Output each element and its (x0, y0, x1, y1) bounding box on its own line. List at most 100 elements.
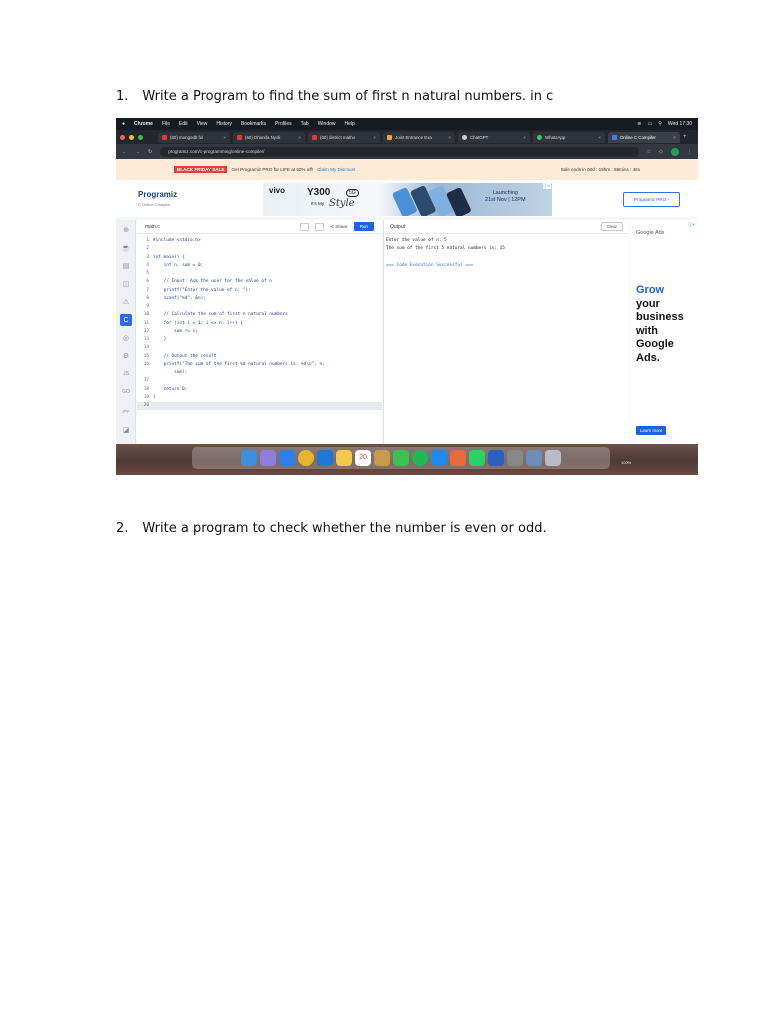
theme-toggle-icon[interactable] (315, 222, 325, 231)
js-icon[interactable]: ⚠ (120, 296, 132, 308)
rust-icon[interactable]: ⚙ (120, 350, 132, 362)
close-tab-icon[interactable]: × (523, 135, 526, 140)
java-icon[interactable]: ☕ (120, 242, 132, 254)
close-tab-icon[interactable]: × (448, 135, 451, 140)
messages-icon[interactable] (393, 450, 409, 466)
tab-online-c-compiler[interactable]: Online C Compiler × (608, 131, 680, 143)
bookmark-star-icon[interactable]: ☆ (647, 149, 651, 155)
programiz-logo[interactable]: Programiz (138, 190, 177, 199)
menu-tab[interactable]: Tab (301, 121, 309, 127)
run-button[interactable]: Run (353, 222, 374, 231)
code-line[interactable]: 19} (137, 394, 382, 402)
output-console[interactable]: Enter the value of n: 5 The sum of the fi… (384, 234, 629, 273)
wifi-icon[interactable]: ≋ (637, 121, 641, 127)
new-tab-icon[interactable]: + (683, 134, 687, 140)
claim-discount-link[interactable]: Claim My Discount (317, 167, 355, 172)
php-icon[interactable]: php (120, 404, 132, 416)
code-line[interactable]: sum); (137, 369, 382, 377)
code-line[interactable]: 3 int main() { (137, 254, 382, 262)
clear-button[interactable]: Clear (600, 222, 623, 231)
menu-history[interactable]: History (216, 121, 232, 127)
tab-district[interactable]: (60) district matho × (308, 131, 380, 143)
notes-icon[interactable] (374, 450, 390, 466)
word-icon[interactable] (488, 450, 504, 466)
battery-icon[interactable]: ▭ (648, 121, 653, 127)
vivo-ad-banner[interactable]: vivo Y300 5G It's My Style Launching 21s… (263, 183, 552, 216)
code-area[interactable]: 1 #include <stdio.h> 2 3 int main() {4 int n… (137, 234, 382, 411)
menubar-clock[interactable]: Wed 17:30 (668, 121, 692, 127)
close-tab-icon[interactable]: × (373, 135, 376, 140)
menu-help[interactable]: Help (345, 121, 355, 127)
menu-file[interactable]: File (162, 121, 170, 127)
tab-jee[interactable]: Joint Entrance Exa × (383, 131, 455, 143)
tab-dhanda[interactable]: (60) Dhanda Nyoli × (233, 131, 305, 143)
forward-icon[interactable]: → (135, 149, 140, 155)
code-line[interactable]: 1 #include <stdio.h> (137, 237, 382, 245)
html-icon[interactable]: ◫ (120, 278, 132, 290)
code-line[interactable]: 5 (137, 270, 382, 278)
editor-filename[interactable]: main.c (145, 224, 160, 230)
cpp-icon[interactable]: ⊕ (120, 224, 132, 236)
code-line[interactable]: 7 printf("Enter the value of n: "); (137, 287, 382, 295)
whatsapp-dock-icon[interactable] (469, 450, 485, 466)
code-line[interactable]: 18 return 0; (137, 386, 382, 394)
preview-icon[interactable] (526, 450, 542, 466)
menu-edit[interactable]: Edit (179, 121, 188, 127)
app-store-icon[interactable] (431, 450, 447, 466)
spotify-icon[interactable] (412, 450, 428, 466)
finder-icon[interactable] (241, 450, 257, 466)
code-line[interactable]: 14 (137, 344, 382, 352)
code-line[interactable]: 12 sum += i; (137, 328, 382, 336)
fullscreen-icon[interactable] (300, 222, 310, 231)
close-tab-icon[interactable]: × (598, 135, 601, 140)
ad-choices-icon[interactable]: ⓘ× (542, 183, 551, 189)
share-button[interactable]: ⋖ Share (330, 224, 347, 230)
tab-mongodb[interactable]: (60) mongodb ful × (158, 131, 230, 143)
tab-chatgpt[interactable]: ChatGPT × (458, 131, 530, 143)
minimize-window-icon[interactable] (129, 134, 134, 140)
swift-icon[interactable]: GO (120, 386, 132, 398)
extensions-icon[interactable]: ◇ (659, 149, 663, 155)
more-menu-icon[interactable]: ⋮ (687, 149, 692, 155)
programiz-pro-button[interactable]: Programiz PRO › (623, 192, 680, 207)
profile-avatar[interactable] (671, 147, 679, 156)
tab-whatsapp[interactable]: WhatsApp × (533, 131, 605, 143)
go-icon[interactable]: ◎ (120, 332, 132, 344)
menu-chrome[interactable]: Chrome (134, 121, 153, 127)
calendar-icon[interactable]: 20 (355, 450, 371, 466)
back-icon[interactable]: ← (122, 149, 127, 155)
code-line[interactable]: 16 printf("The sum of the first %d natur… (137, 361, 382, 369)
code-line[interactable]: 10 // Calculate the sum of first n natur… (137, 311, 382, 319)
code-line[interactable]: 6 // Input: Ask the user for the value o… (137, 278, 382, 286)
kotlin-icon[interactable]: JS (120, 368, 132, 380)
chrome-icon[interactable] (298, 450, 314, 466)
code-line[interactable]: 9 (137, 303, 382, 311)
code-line[interactable]: 17 (137, 377, 382, 385)
code-line[interactable]: 20 (137, 402, 382, 411)
close-tab-icon[interactable]: × (223, 135, 226, 140)
ad-close-icon[interactable]: ⓘ× (688, 222, 695, 228)
misc-icon[interactable]: ◪ (120, 424, 132, 436)
code-line[interactable]: 4 int n, sum = 0; (137, 262, 382, 270)
swift-playgrounds-icon[interactable] (450, 450, 466, 466)
menu-profiles[interactable]: Profiles (275, 121, 292, 127)
code-line[interactable]: 8 scanf("%d", &n); (137, 295, 382, 303)
system-settings-icon[interactable] (507, 450, 523, 466)
launchpad-icon[interactable] (260, 450, 276, 466)
address-bar[interactable]: programiz.com/c-programming/online-compi… (160, 146, 639, 157)
reload-icon[interactable]: ↻ (148, 149, 152, 155)
trash-icon[interactable] (545, 450, 561, 466)
code-line[interactable]: 15 // Output the result (137, 353, 382, 361)
zoom-window-icon[interactable] (138, 134, 143, 140)
safari-icon[interactable] (279, 450, 295, 466)
c-icon[interactable]: C (120, 314, 132, 326)
code-line[interactable]: 2 (137, 245, 382, 253)
google-ads-panel[interactable]: ⓘ× Google Ads Grow your business with Go… (630, 220, 698, 448)
menu-view[interactable]: View (197, 121, 208, 127)
menu-bookmarks[interactable]: Bookmarks (241, 121, 266, 127)
menu-window[interactable]: Window (318, 121, 336, 127)
close-tab-icon[interactable]: × (298, 135, 301, 140)
database-icon[interactable]: ▤ (120, 260, 132, 272)
close-window-icon[interactable] (120, 134, 125, 140)
vscode-icon[interactable] (317, 450, 333, 466)
